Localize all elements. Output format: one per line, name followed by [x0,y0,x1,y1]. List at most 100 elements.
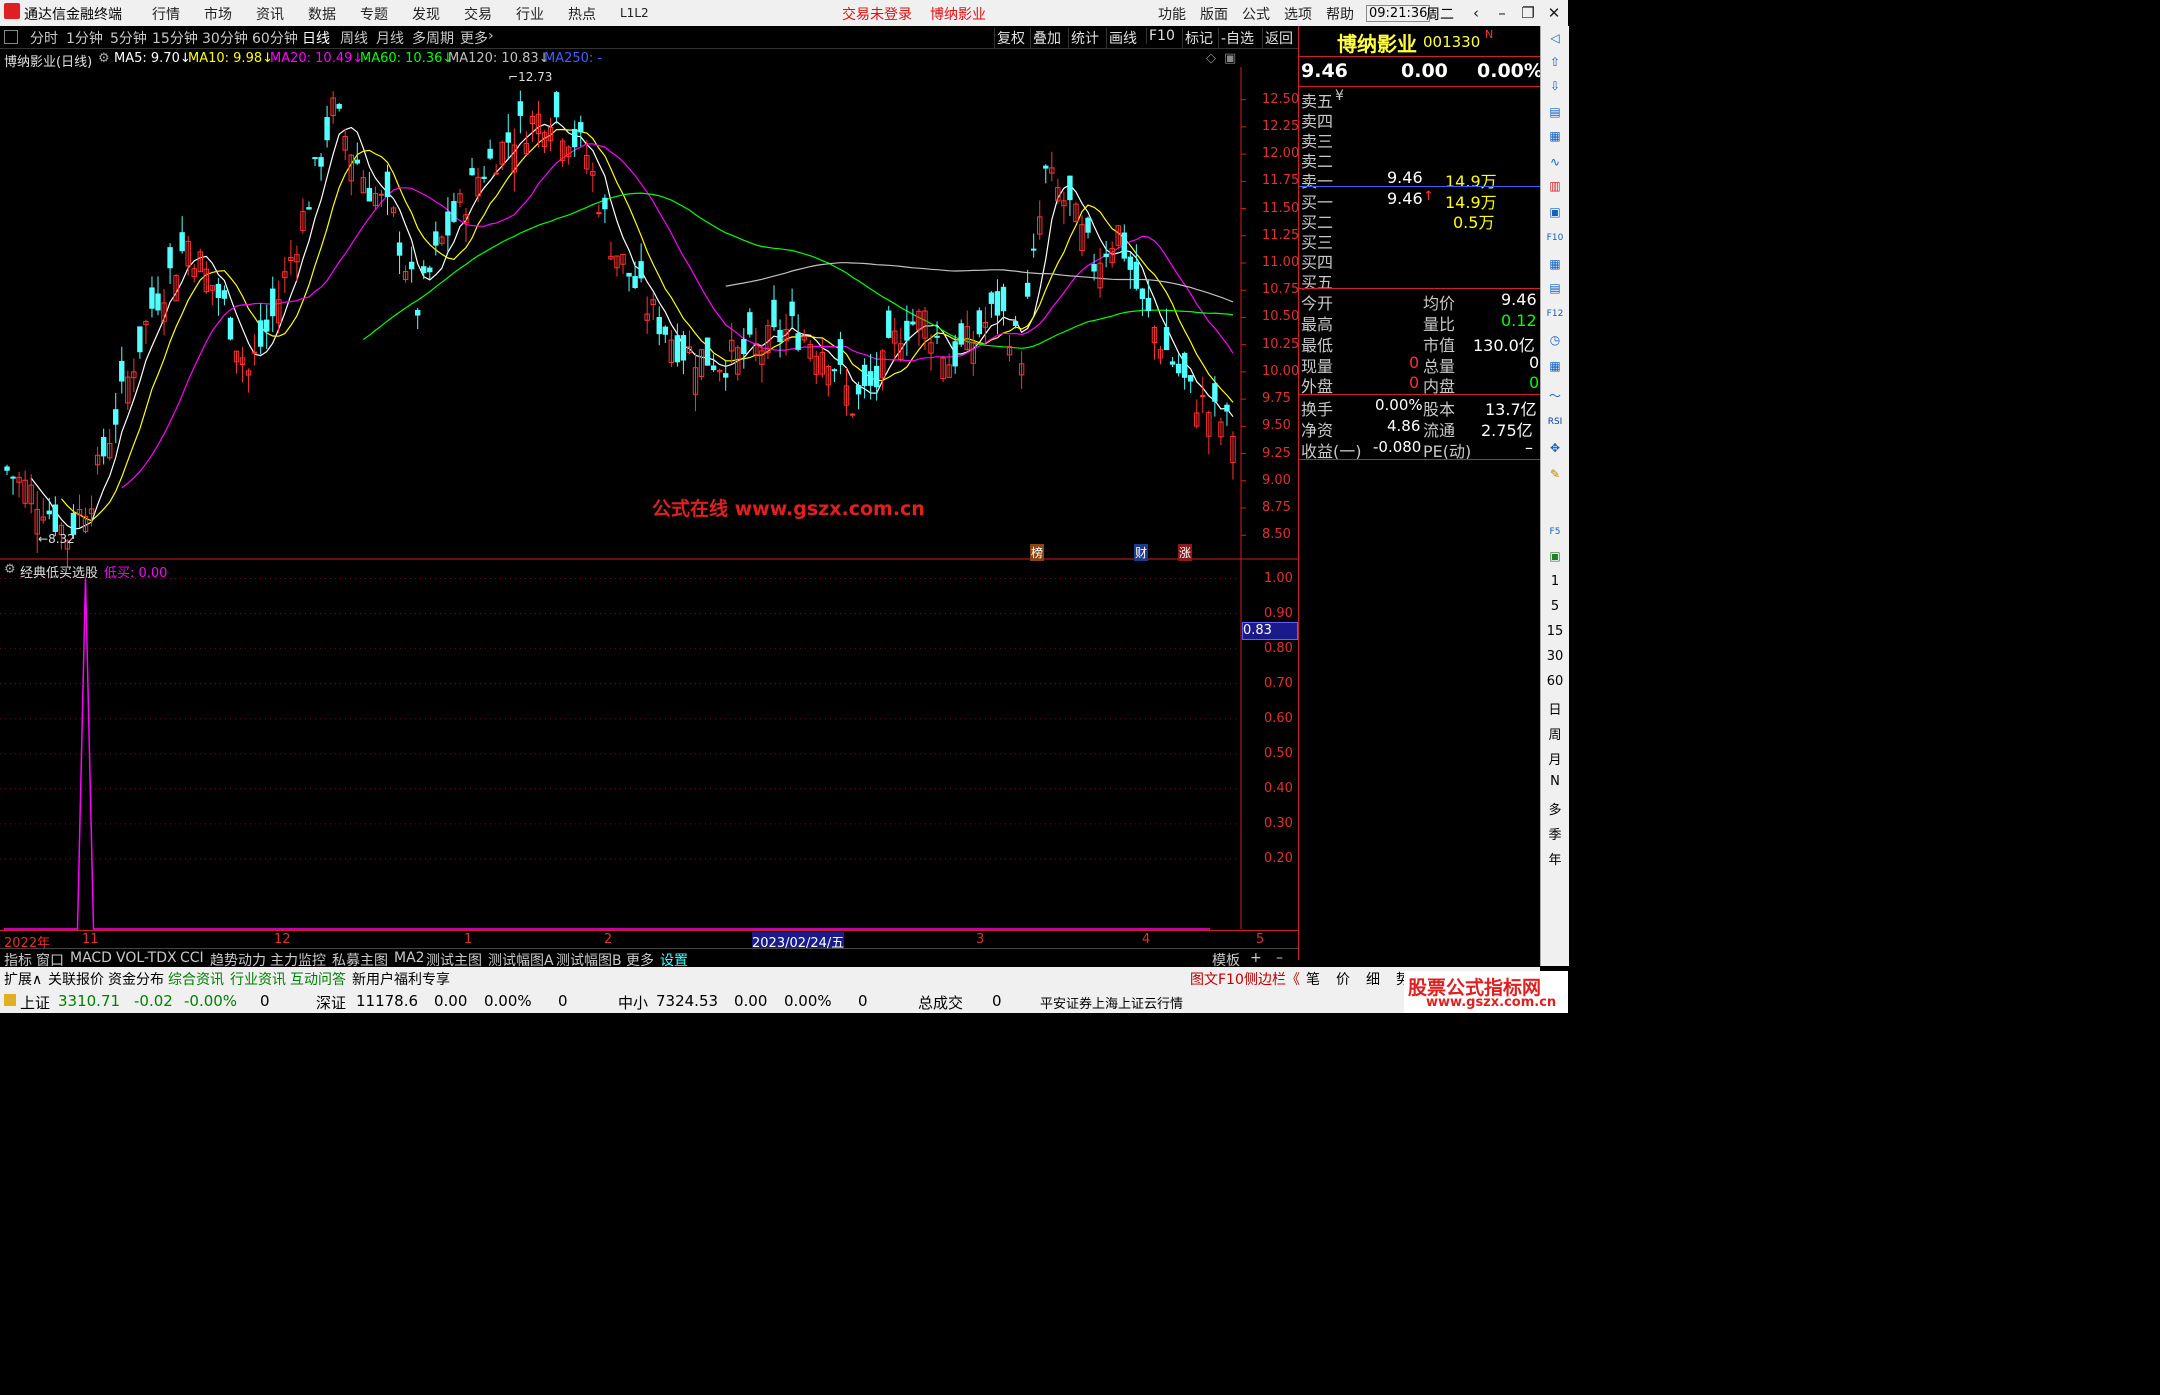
f12-icon[interactable]: F12 [1545,304,1565,324]
period-5min[interactable]: 5分钟 [110,28,147,48]
side-tab-2[interactable]: 笔 [1306,969,1320,989]
side-tab-0[interactable]: 图文F10 [1190,969,1244,989]
restore-icon[interactable]: ❐ [1516,2,1540,24]
indicator-tab-8[interactable]: MA2 [394,950,425,966]
period-multi[interactable]: 多周期 [412,28,454,48]
indicator-icon[interactable]: ▦ [1545,356,1565,376]
side-period-6[interactable]: 周 [1543,724,1567,743]
news-icon[interactable]: ▣ [1545,202,1565,222]
event-marker-finance[interactable]: 财 [1134,544,1149,561]
period-15min[interactable]: 15分钟 [152,28,198,48]
mark-button[interactable]: 标记 [1182,28,1215,48]
list-icon[interactable]: ▤ [1545,102,1565,122]
menu-topics[interactable]: 专题 [360,4,388,24]
indicator-tab-3[interactable]: VOL-TDX [116,950,177,966]
table-icon[interactable]: ▦ [1545,126,1565,146]
settings-gear-icon[interactable]: ⚙ [98,51,110,66]
info-tab-0[interactable]: 扩展∧ [4,969,42,989]
minimize-icon[interactable]: – [1490,2,1514,24]
period-monthly[interactable]: 月线 [376,28,404,48]
template-control-2[interactable]: – [1276,950,1283,966]
kline-icon[interactable]: ▥ [1545,176,1565,196]
menu-function[interactable]: 功能 [1158,4,1186,24]
info-tab-5[interactable]: 互动问答 [290,969,346,989]
period-1min[interactable]: 1分钟 [66,28,103,48]
collapse-icon[interactable]: ◁ [1545,28,1565,48]
rsi-icon[interactable]: RSI [1545,412,1565,432]
period-daily[interactable]: 日线 [302,28,330,48]
template-control-1[interactable]: + [1250,950,1262,966]
side-tab-4[interactable]: 细 [1366,969,1380,989]
sh-index-name[interactable]: 上证 [20,992,50,1013]
menu-discover[interactable]: 发现 [412,4,440,24]
side-period-2[interactable]: 15 [1543,624,1567,639]
info-tab-3[interactable]: 综合资讯 [168,969,224,989]
indicator-tab-2[interactable]: MACD [70,950,112,966]
info-tab-2[interactable]: 资金分布 [108,969,164,989]
refresh-icon[interactable]: ▣ [1545,546,1565,566]
sme-index-name[interactable]: 中小 [618,992,648,1013]
side-tab-1[interactable]: 侧边栏《 [1244,969,1300,989]
menu-data[interactable]: 数据 [308,4,336,24]
side-period-3[interactable]: 30 [1543,649,1567,664]
overlay-button[interactable]: 叠加 [1030,28,1063,48]
diamond-icon[interactable]: ◇ [1206,51,1216,66]
menu-news[interactable]: 资讯 [256,4,284,24]
f10-button[interactable]: F10 [1146,28,1177,44]
side-period-10[interactable]: 季 [1543,824,1567,843]
menu-market[interactable]: 市场 [204,4,232,24]
menu-quotes[interactable]: 行情 [152,4,180,24]
close-icon[interactable]: ✕ [1542,2,1566,24]
detail-icon[interactable]: ▤ [1545,278,1565,298]
event-marker-rise[interactable]: 涨 [1178,544,1193,561]
side-period-1[interactable]: 5 [1543,599,1567,614]
adjust-button[interactable]: 复权 [994,28,1027,48]
remove-watchlist-button[interactable]: -自选 [1218,28,1256,48]
menu-trade[interactable]: 交易 [464,4,492,24]
side-period-5[interactable]: 日 [1543,699,1567,718]
login-status[interactable]: 交易未登录 [842,4,912,24]
chevron-right-icon[interactable]: › [488,28,494,44]
menu-formula[interactable]: 公式 [1242,4,1270,24]
side-period-11[interactable]: 年 [1543,849,1567,868]
back-button[interactable]: 返回 [1262,28,1295,48]
move-icon[interactable]: ✥ [1545,438,1565,458]
wave-icon[interactable]: 〜 [1545,386,1565,406]
event-marker-rank[interactable]: 榜 [1030,544,1045,561]
side-tab-3[interactable]: 价 [1336,969,1350,989]
side-period-7[interactable]: 月 [1543,749,1567,768]
clock-icon[interactable]: ◷ [1545,330,1565,350]
period-60min[interactable]: 60分钟 [252,28,298,48]
menu-hot[interactable]: 热点 [568,4,596,24]
period-timeshare[interactable]: 分时 [30,28,58,48]
panel-toggle-icon[interactable] [4,30,18,44]
menu-options[interactable]: 选项 [1284,4,1312,24]
chart-canvas[interactable] [0,67,1298,949]
line-chart-icon[interactable]: ∿ [1545,152,1565,172]
info-tab-6[interactable]: 新用户福利专享 [352,969,450,989]
pen-icon[interactable]: ✎ [1545,464,1565,484]
draw-button[interactable]: 画线 [1106,28,1139,48]
f5-icon[interactable]: F5 [1545,522,1565,542]
side-period-4[interactable]: 60 [1543,674,1567,689]
menu-industry[interactable]: 行业 [516,4,544,24]
menu-help[interactable]: 帮助 [1326,4,1354,24]
indicator-settings-icon[interactable]: ⚙ [4,562,16,577]
up-icon[interactable]: ⇧ [1545,52,1565,72]
indicator-tab-4[interactable]: CCI [180,950,204,966]
period-weekly[interactable]: 周线 [340,28,368,48]
info-tab-1[interactable]: 关联报价 [48,969,104,989]
back-arrow-icon[interactable]: ‹ [1464,2,1488,24]
sz-index-name[interactable]: 深证 [316,992,346,1013]
indicator-name[interactable]: 经典低买选股 [20,562,98,581]
period-30min[interactable]: 30分钟 [202,28,248,48]
grid-icon[interactable]: ▦ [1545,254,1565,274]
side-period-9[interactable]: 多 [1543,799,1567,818]
window-toggle-icon[interactable]: ▣ [1224,51,1236,66]
menu-l1l2[interactable]: L1L2 [620,6,649,20]
side-period-0[interactable]: 1 [1543,574,1567,589]
menu-layout[interactable]: 版面 [1200,4,1228,24]
f10-icon[interactable]: F10 [1545,228,1565,248]
info-tab-4[interactable]: 行业资讯 [230,969,286,989]
down-icon[interactable]: ⇩ [1545,76,1565,96]
